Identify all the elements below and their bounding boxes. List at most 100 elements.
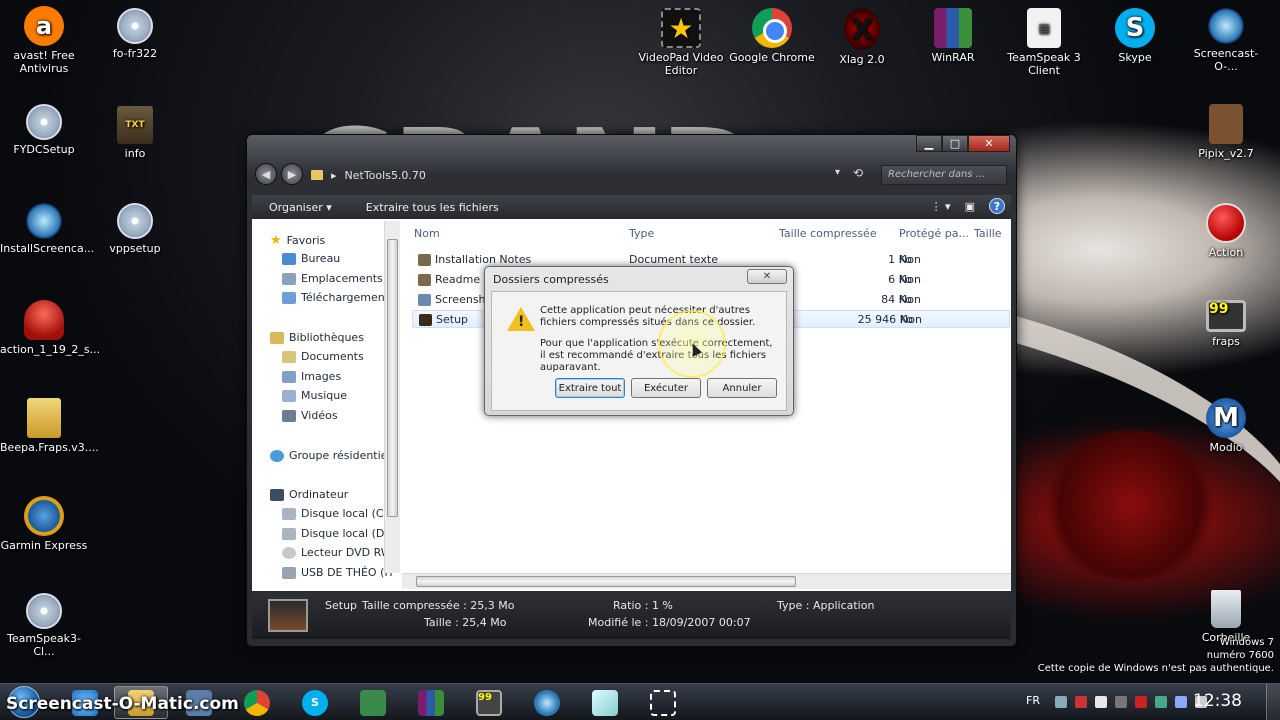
nav-item-images[interactable]: Images (282, 370, 341, 383)
desktop-icon-fo-fr322[interactable]: fo-fr322 (91, 8, 179, 60)
taskbar-snipping[interactable] (636, 686, 690, 719)
windows-activation-notice: Windows 7 numéro 7600 Cette copie de Win… (1037, 637, 1274, 674)
tray-icon[interactable] (1075, 696, 1087, 708)
app-icon (360, 689, 386, 716)
nav-item-bureau[interactable]: Bureau (282, 252, 340, 265)
screencast-icon (534, 689, 560, 716)
text-file-icon: TXT (117, 106, 153, 144)
column-compressed-size[interactable]: Taille compressée (779, 227, 877, 240)
desktop-icon-action[interactable]: Action (1182, 203, 1270, 259)
forward-button[interactable]: ▶ (281, 163, 303, 185)
record-icon (1206, 203, 1246, 243)
dialog-close-button[interactable]: ✕ (747, 269, 787, 284)
desktop-icon-skype[interactable]: S Skype (1091, 8, 1179, 64)
nav-item-disk-d[interactable]: Disque local (D:) (282, 527, 392, 540)
recycle-bin-icon (1211, 590, 1241, 628)
nav-item-downloads[interactable]: Téléchargements (282, 291, 395, 304)
nav-item-recent[interactable]: Emplacements ré (282, 272, 397, 285)
desktop-icon-winrar[interactable]: WinRAR (909, 8, 997, 64)
nav-favorites[interactable]: ★ Favoris (270, 233, 325, 248)
desktop-icon-fydcsetup[interactable]: FYDCSetup (0, 104, 88, 156)
nav-item-videos[interactable]: Vidéos (282, 409, 338, 422)
minimize-button[interactable]: ▁ (916, 135, 942, 152)
language-indicator[interactable]: FR (1026, 694, 1040, 707)
column-protected[interactable]: Protégé pa... (899, 227, 969, 240)
run-button[interactable]: Exécuter (631, 378, 701, 398)
desktop-icon-xlag[interactable]: X Xlag 2.0 (818, 8, 906, 66)
desktop-icon-modio[interactable]: M Modio (1182, 398, 1270, 454)
clock[interactable]: 12:38 (1193, 691, 1242, 711)
nav-homegroup[interactable]: Groupe résidentiel (270, 449, 391, 462)
libraries-icon (270, 331, 284, 344)
refresh-icon[interactable]: ⟲ (853, 166, 863, 180)
taskbar-app[interactable] (346, 686, 400, 719)
tray-icon[interactable] (1115, 696, 1127, 708)
documents-icon (282, 350, 296, 363)
breadcrumb-separator: ▸ (331, 168, 337, 182)
chrome-icon (244, 689, 270, 716)
nav-item-documents[interactable]: Documents (282, 350, 364, 363)
xlag-icon: X (844, 8, 880, 50)
column-name[interactable]: Nom (414, 227, 440, 240)
garmin-icon (24, 496, 64, 536)
show-desktop-button[interactable] (1266, 684, 1280, 720)
file-list-scrollbar[interactable] (402, 573, 1011, 589)
desktop-icon-avast[interactable]: a avast! Free Antivirus (0, 6, 88, 75)
column-type[interactable]: Type (629, 227, 654, 240)
nav-scrollbar[interactable] (384, 221, 400, 573)
desktop-icon-fraps[interactable]: 99 fraps (1182, 300, 1270, 348)
desktop-icon-teamspeak[interactable]: ▦ TeamSpeak 3 Client (1000, 8, 1088, 77)
tray-icon[interactable] (1055, 696, 1067, 708)
close-button[interactable]: ✕ (968, 135, 1010, 152)
taskbar-app-2[interactable] (578, 686, 632, 719)
desktop-icon-teamspeak-installer[interactable]: TeamSpeak3-Cl... (0, 593, 88, 658)
desktop-icon-pipix[interactable]: Pipix_v2.7 (1182, 104, 1270, 160)
address-dropdown-icon[interactable]: ▾ (835, 167, 840, 178)
desktop-icon (282, 252, 296, 265)
back-button[interactable]: ◀ (255, 163, 277, 185)
nav-libraries[interactable]: Bibliothèques (270, 331, 364, 344)
view-options-icon[interactable]: ⋮ ▾ (931, 200, 951, 213)
desktop-icon-chrome[interactable]: Google Chrome (728, 8, 816, 64)
desktop-icon-garmin[interactable]: Garmin Express (0, 496, 88, 552)
nav-item-music[interactable]: Musique (282, 389, 347, 402)
dialog-message: Cette application peut nécessiter d'autr… (540, 305, 756, 328)
dialog-title: Dossiers compressés (493, 273, 609, 286)
nav-scrollbar-thumb[interactable] (387, 239, 398, 517)
nav-item-disk-c[interactable]: Disque local (C:) (282, 507, 392, 520)
maximize-button[interactable]: □ (942, 135, 968, 152)
address-bar[interactable]: ▸ NetTools5.0.70 (311, 165, 847, 185)
nav-item-dvd[interactable]: Lecteur DVD RW (282, 546, 392, 559)
taskbar-winrar[interactable] (404, 686, 458, 719)
winrar-icon (418, 689, 444, 716)
cancel-button[interactable]: Annuler (707, 378, 777, 398)
screencast-watermark: Screencast-O-Matic.com (6, 694, 239, 714)
extract-all-button[interactable]: Extraire tous les fichiers (349, 201, 516, 214)
preview-pane-icon[interactable]: ▣ (965, 200, 975, 213)
column-size[interactable]: Taille (974, 227, 1002, 240)
taskbar-skype[interactable]: S (288, 686, 342, 719)
search-input[interactable]: Rechercher dans ... (881, 165, 1007, 185)
desktop-icon-videopad[interactable]: ★ VideoPad Video Editor (637, 8, 725, 77)
organize-menu[interactable]: Organiser ▾ (252, 201, 349, 214)
desktop-icon-action-installer[interactable]: action_1_19_2_s... (0, 300, 100, 356)
desktop-icon-installscreencast[interactable]: InstallScreenca... (0, 203, 94, 255)
nav-item-usb[interactable]: USB DE THÉO (H (282, 566, 393, 579)
taskbar-screencast[interactable] (520, 686, 574, 719)
tray-icon[interactable] (1135, 696, 1147, 708)
nav-computer[interactable]: Ordinateur (270, 488, 348, 501)
desktop-icon-screencast[interactable]: Screencast-O-... (1182, 8, 1270, 73)
desktop-icon-info[interactable]: TXT info (91, 106, 179, 160)
file-list-scrollbar-thumb[interactable] (416, 576, 796, 587)
desktop-icon-beepa-fraps[interactable]: Beepa.Fraps.v3.... (0, 398, 99, 454)
help-icon[interactable]: ? (989, 198, 1005, 214)
desktop-icon-vppsetup[interactable]: vppsetup (91, 203, 179, 255)
network-icon[interactable] (1175, 696, 1187, 708)
taskbar-fraps[interactable]: 99 (462, 686, 516, 719)
tray-icon[interactable] (1095, 696, 1107, 708)
tray-icon[interactable] (1155, 696, 1167, 708)
extract-all-dialog-button[interactable]: Extraire tout (555, 378, 625, 398)
zip-folder-icon (27, 398, 61, 438)
computer-icon (270, 488, 284, 501)
cd-installer-icon (26, 593, 62, 629)
